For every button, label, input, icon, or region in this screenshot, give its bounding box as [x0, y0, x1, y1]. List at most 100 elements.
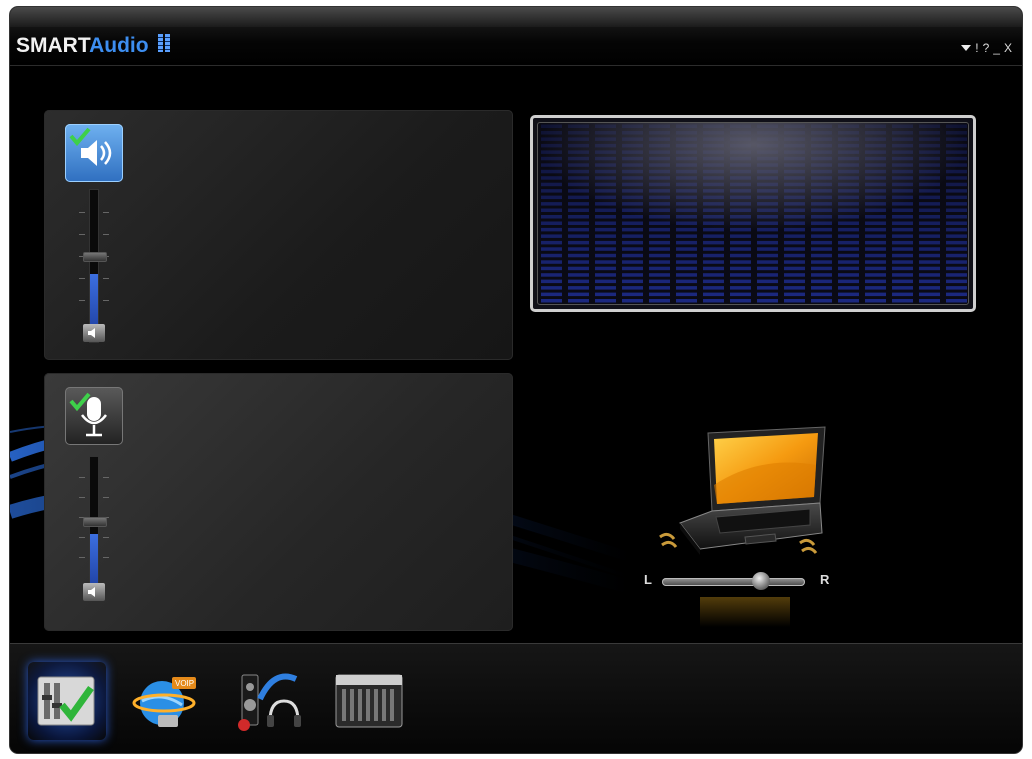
microphone-volume-slider[interactable]	[79, 457, 109, 601]
laptop-icon	[659, 426, 826, 555]
eq-cell	[649, 273, 670, 277]
laptop-reflection	[700, 597, 790, 627]
eq-cell	[730, 247, 751, 251]
eq-cell	[919, 292, 940, 297]
eq-cell	[730, 299, 751, 303]
eq-cell	[703, 253, 724, 258]
eq-cell	[784, 253, 805, 258]
balance-left-label: L	[644, 572, 652, 587]
eq-cell	[568, 279, 589, 284]
eq-cell	[919, 279, 940, 284]
eq-cell	[946, 292, 967, 297]
eq-cell	[568, 240, 589, 245]
eq-cell	[541, 253, 562, 258]
eq-cell	[595, 273, 616, 277]
eq-cell	[757, 240, 778, 245]
eq-cell	[595, 286, 616, 290]
audio-director-tab[interactable]	[230, 662, 308, 740]
voip-tab[interactable]: VOIP	[128, 662, 206, 740]
eq-cell	[865, 292, 886, 297]
eq-cell	[541, 260, 562, 264]
eq-cell	[811, 240, 832, 245]
eq-cell	[892, 253, 913, 258]
eq-cell	[892, 260, 913, 264]
eq-cell	[649, 279, 670, 284]
eq-cell	[838, 286, 859, 290]
eq-cell	[946, 299, 967, 303]
eq-cell	[703, 286, 724, 290]
eq-cell	[946, 266, 967, 271]
eq-cell	[703, 292, 724, 297]
menu-arrow-icon[interactable]	[961, 45, 972, 51]
eq-cell	[757, 286, 778, 290]
eq-cell	[595, 292, 616, 297]
logo-bars-icon	[158, 34, 172, 58]
balance-track[interactable]	[662, 578, 805, 586]
close-button[interactable]: X	[1004, 41, 1012, 55]
eq-cell	[595, 234, 616, 238]
eq-cell	[865, 286, 886, 290]
eq-cell	[595, 279, 616, 284]
eq-cell	[568, 247, 589, 251]
eq-cell	[757, 273, 778, 277]
eq-cell	[622, 260, 643, 264]
eq-cell	[892, 247, 913, 251]
microphone-mute-icon[interactable]	[83, 583, 105, 601]
eq-cell	[595, 299, 616, 303]
eq-cell	[757, 234, 778, 238]
eq-cell	[622, 253, 643, 258]
equalizer-tab[interactable]	[330, 662, 408, 740]
eq-cell	[811, 299, 832, 303]
eq-cell	[919, 260, 940, 264]
eq-cell	[703, 279, 724, 284]
eq-cell	[811, 253, 832, 258]
eq-cell	[865, 279, 886, 284]
eq-cell	[757, 253, 778, 258]
eq-cell	[622, 273, 643, 277]
eq-cell	[946, 279, 967, 284]
minimize-button[interactable]: _	[993, 41, 1000, 55]
eq-cell	[595, 253, 616, 258]
speaker-headphones-icon	[238, 673, 301, 731]
help-button[interactable]: ?	[983, 41, 990, 55]
eq-cell	[676, 240, 697, 245]
eq-cell	[757, 247, 778, 251]
equalizer-visualizer	[530, 115, 976, 312]
eq-cell	[622, 240, 643, 245]
eq-cell	[649, 292, 670, 297]
mixer-tab[interactable]	[28, 662, 106, 740]
info-button[interactable]: !	[975, 41, 978, 55]
eq-cell	[622, 247, 643, 251]
eq-cell	[757, 299, 778, 303]
window-controls: ! ? _ X	[961, 41, 1012, 55]
eq-cell	[838, 292, 859, 297]
eq-cell	[838, 266, 859, 271]
eq-cell	[622, 292, 643, 297]
eq-cell	[946, 247, 967, 251]
eq-cell	[541, 266, 562, 271]
eq-cell	[946, 253, 967, 258]
balance-slider[interactable]: L R	[642, 569, 842, 593]
eq-cell	[595, 260, 616, 264]
eq-cell	[730, 286, 751, 290]
app-title-smart: SMART	[16, 34, 90, 57]
speaker-volume-slider[interactable]	[79, 190, 109, 342]
eq-cell	[649, 266, 670, 271]
eq-cell	[946, 234, 967, 238]
balance-knob[interactable]	[752, 572, 770, 590]
eq-cell	[919, 253, 940, 258]
eq-cell	[649, 247, 670, 251]
speaker-icon[interactable]	[65, 124, 123, 182]
eq-cell	[865, 299, 886, 303]
eq-cell	[622, 299, 643, 303]
microphone-icon[interactable]	[65, 387, 123, 445]
eq-cell	[703, 273, 724, 277]
microphone-volume-thumb[interactable]	[83, 517, 107, 527]
eq-cell	[730, 253, 751, 258]
eq-cell	[865, 234, 886, 238]
eq-cell	[919, 299, 940, 303]
eq-cell	[865, 240, 886, 245]
speaker-mute-icon[interactable]	[83, 324, 105, 342]
speaker-volume-thumb[interactable]	[83, 252, 107, 262]
eq-cell	[730, 279, 751, 284]
